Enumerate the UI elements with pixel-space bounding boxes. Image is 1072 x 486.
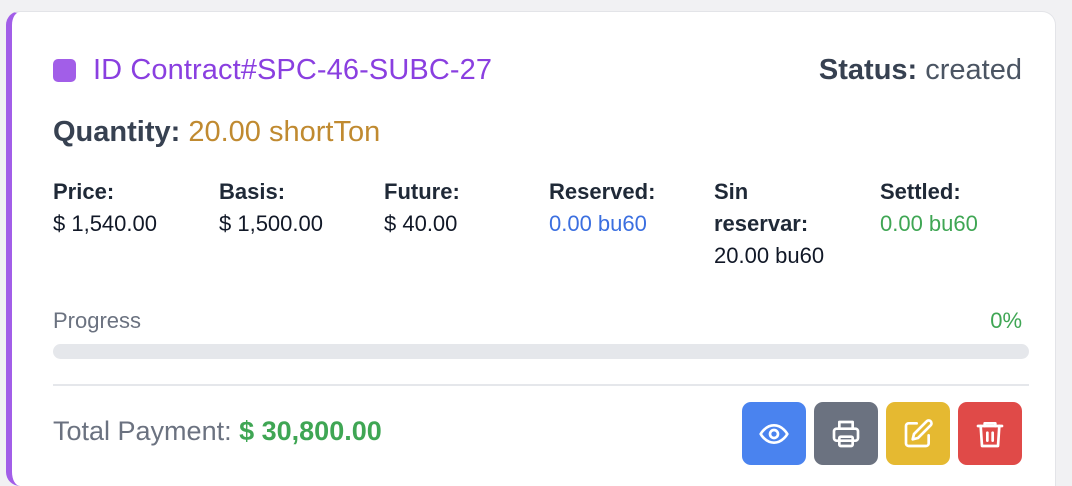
quantity-label: Quantity:: [53, 116, 181, 148]
status-label: Status:: [818, 53, 918, 86]
contract-title: ID Contract#SPC-46-SUBC-27: [53, 54, 492, 87]
settled-value: 0.00 bu60: [880, 211, 978, 236]
price-label: Price:: [53, 179, 115, 204]
status-value: created: [925, 53, 1022, 86]
divider: [53, 384, 1029, 386]
settled-label: Settled:: [880, 179, 961, 204]
delete-button[interactable]: [958, 402, 1022, 465]
eye-icon: [759, 423, 789, 444]
reserved-label: Reserved:: [549, 179, 656, 204]
unreserved-label-line1: Sin: [714, 179, 749, 204]
progress-label: Progress: [53, 308, 142, 333]
total-payment: Total Payment: $ 30,800.00: [53, 416, 382, 447]
reserved-field: Reserved: 0.00 bu60: [549, 176, 655, 240]
trash-icon: [976, 421, 1004, 447]
future-value: $ 40.00: [384, 211, 458, 236]
edit-icon: [904, 418, 933, 447]
action-buttons: [742, 402, 1022, 465]
view-button[interactable]: [742, 402, 806, 465]
unreserved-label-line2: reservar:: [714, 211, 809, 236]
quantity: Quantity: 20.00 shortTon: [53, 116, 380, 149]
contract-card: ID Contract#SPC-46-SUBC-27 Status: creat…: [6, 11, 1056, 486]
basis-value: $ 1,500.00: [219, 211, 323, 236]
progress-percent: 0%: [990, 308, 1022, 333]
basis-label: Basis:: [219, 179, 286, 204]
contract-color-marker: [53, 58, 76, 82]
settled-field: Settled: 0.00 bu60: [880, 176, 978, 240]
unreserved-value: 20.00 bu60: [714, 243, 825, 268]
status-badge: Status: created: [819, 54, 1022, 87]
unreserved-field: Sin reservar: 20.00 bu60: [714, 176, 824, 272]
price-value: $ 1,540.00: [53, 211, 157, 236]
printer-icon: [832, 420, 860, 447]
total-payment-label: Total Payment:: [53, 416, 232, 446]
future-field: Future: $ 40.00: [384, 176, 460, 240]
contract-details: Price: $ 1,540.00 Basis: $ 1,500.00 Futu…: [53, 176, 1043, 286]
progress-bar: [53, 344, 1029, 359]
quantity-value: 20.00 shortTon: [188, 116, 381, 148]
basis-field: Basis: $ 1,500.00: [219, 176, 323, 240]
contract-id[interactable]: ID Contract#SPC-46-SUBC-27: [93, 54, 492, 87]
future-label: Future:: [384, 179, 460, 204]
reserved-value: 0.00 bu60: [549, 211, 647, 236]
print-button[interactable]: [814, 402, 878, 465]
price-field: Price: $ 1,540.00: [53, 176, 157, 240]
edit-button[interactable]: [886, 402, 950, 465]
card-header: ID Contract#SPC-46-SUBC-27 Status: creat…: [53, 52, 1022, 88]
total-payment-value: $ 30,800.00: [239, 416, 382, 446]
